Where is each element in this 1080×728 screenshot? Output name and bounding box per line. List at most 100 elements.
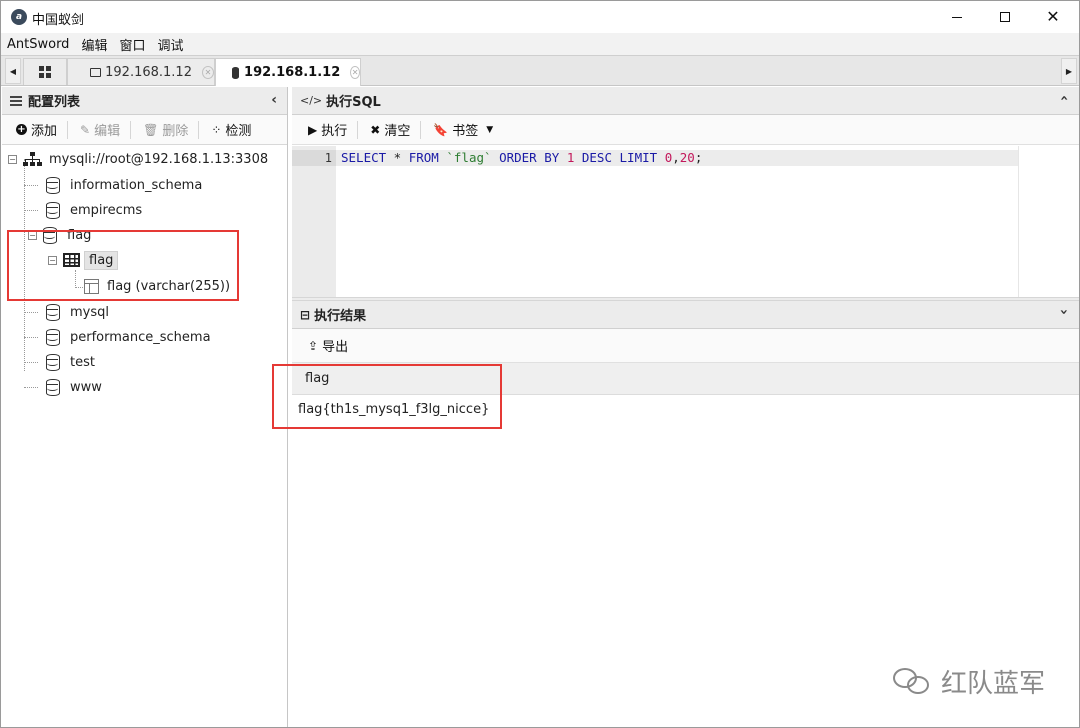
- collapse-down-icon[interactable]: ‹: [1056, 309, 1072, 315]
- execute-sql-panel: </> 执行SQL ‹ ▶ 执行 ✖ 清空 🔖 书签 ▼ 1 SELECT * …: [292, 87, 1079, 297]
- list-icon: [10, 95, 22, 106]
- collapse-node-icon[interactable]: −: [8, 154, 17, 164]
- tree-db-flag[interactable]: − flag: [28, 225, 91, 245]
- db-label: information_schema: [70, 177, 203, 193]
- execute-sql-title: 执行SQL: [326, 95, 381, 110]
- add-label: 添加: [31, 124, 58, 139]
- line-number: 1: [292, 150, 336, 166]
- test-label: 检测: [225, 124, 252, 139]
- menu-antsword[interactable]: AntSword: [7, 37, 69, 52]
- window-title: 中国蚁剑: [32, 13, 85, 28]
- db-label: empirecms: [70, 202, 143, 218]
- tree-guide-line: [24, 159, 25, 371]
- tab-shell-database[interactable]: 192.168.1.12 ✕: [215, 58, 361, 86]
- tree-connection-node[interactable]: − mysqli://root@192.168.1.13:3308: [8, 149, 268, 169]
- edit-icon: ✎: [80, 122, 91, 137]
- edit-label: 编辑: [94, 124, 121, 139]
- collapse-node-icon[interactable]: −: [48, 255, 57, 265]
- tab-scroll-left-button[interactable]: ◀: [5, 58, 21, 84]
- tree-guide-line: [24, 210, 38, 211]
- column-icon: [84, 278, 99, 294]
- tab-shell-files[interactable]: 192.168.1.12 ✕: [67, 58, 215, 85]
- tree-db-performance-schema[interactable]: performance_schema: [46, 327, 211, 347]
- close-button[interactable]: ✕: [1029, 1, 1077, 33]
- wechat-icon: [893, 666, 933, 698]
- tree-db-www[interactable]: www: [46, 377, 102, 397]
- tree-column-flag[interactable]: flag (varchar(255)): [84, 276, 230, 296]
- tree-guide-line: [24, 362, 38, 363]
- db-label: flag: [67, 227, 92, 243]
- database-icon: [46, 353, 60, 371]
- config-list-panel: 配置列表 ‹ + 添加 ✎ 编辑 🗑 删除 ⁘ 检测 − mysqli://ro…: [2, 87, 288, 727]
- collapse-node-icon[interactable]: −: [28, 230, 37, 240]
- minimize-icon: [952, 16, 962, 18]
- code-icon: </>: [300, 94, 323, 107]
- database-icon: [46, 201, 60, 219]
- app-window: a 中国蚁剑 ✕ AntSword 编辑 窗口 调试 ◀ 192.168.1.1…: [0, 0, 1080, 728]
- bookmark-label: 书签: [452, 124, 479, 139]
- tree-db-information-schema[interactable]: information_schema: [46, 175, 202, 195]
- bookmark-dropdown[interactable]: 🔖 书签 ▼: [429, 121, 507, 140]
- bookmark-icon: 🔖: [433, 122, 449, 137]
- watermark-text: 红队蓝军: [941, 669, 1046, 699]
- test-button[interactable]: ⁘ 检测: [207, 121, 261, 140]
- column-header-flag[interactable]: flag: [305, 371, 329, 386]
- config-list-title: 配置列表: [28, 95, 81, 110]
- maximize-button[interactable]: [981, 1, 1029, 33]
- connection-label: mysqli://root@192.168.1.13:3308: [49, 151, 269, 167]
- run-label: 执行: [321, 124, 348, 139]
- add-button[interactable]: + 添加: [12, 120, 69, 139]
- upload-icon: ⇪: [308, 338, 319, 353]
- menu-edit[interactable]: 编辑: [81, 35, 107, 54]
- table-label: flag: [84, 250, 119, 270]
- db-label: test: [70, 354, 95, 370]
- tree-guide-line: [75, 270, 76, 288]
- play-icon: ▶: [308, 122, 318, 137]
- tree-db-mysql[interactable]: mysql: [46, 302, 109, 322]
- database-icon: [46, 303, 60, 321]
- tab-label: 192.168.1.12: [244, 65, 341, 80]
- export-button[interactable]: ⇪ 导出: [304, 337, 358, 356]
- menu-debug[interactable]: 调试: [157, 35, 183, 54]
- print-margin: [1018, 146, 1019, 297]
- database-icon: [46, 378, 60, 396]
- export-label: 导出: [322, 340, 349, 355]
- database-icon: [43, 226, 57, 244]
- tree-table-flag[interactable]: − flag: [48, 250, 119, 270]
- tree-guide-line: [75, 287, 83, 288]
- minimize-button[interactable]: [933, 1, 981, 33]
- spinner-icon: ⁘: [211, 122, 222, 137]
- watermark: 红队蓝军: [893, 663, 1045, 700]
- collapse-up-icon[interactable]: ‹: [1056, 95, 1072, 101]
- menu-bar: AntSword 编辑 窗口 调试: [1, 33, 1079, 55]
- database-icon: [46, 176, 60, 194]
- config-list-header: 配置列表 ‹: [2, 87, 287, 115]
- db-label: mysql: [70, 304, 109, 320]
- db-label: performance_schema: [70, 329, 211, 345]
- edit-button[interactable]: ✎ 编辑: [76, 120, 132, 139]
- tree-db-test[interactable]: test: [46, 352, 95, 372]
- clear-button[interactable]: ✖ 清空: [366, 120, 422, 139]
- delete-button[interactable]: 🗑 删除: [139, 120, 200, 139]
- execute-result-header: ⊟ 执行结果 ‹: [292, 301, 1079, 329]
- trash-icon: 🗑: [143, 122, 159, 137]
- database-icon: [46, 328, 60, 346]
- sql-editor[interactable]: 1 SELECT * FROM `flag` ORDER BY 1 DESC L…: [292, 146, 1079, 297]
- run-button[interactable]: ▶ 执行: [304, 120, 359, 139]
- menu-window[interactable]: 窗口: [119, 35, 145, 54]
- tab-home[interactable]: [23, 58, 67, 85]
- tree-db-empirecms[interactable]: empirecms: [46, 200, 142, 220]
- sql-toolbar: ▶ 执行 ✖ 清空 🔖 书签 ▼: [292, 115, 1079, 145]
- result-toolbar: ⇪ 导出: [292, 329, 1079, 363]
- execute-sql-header: </> 执行SQL ‹: [292, 87, 1079, 115]
- tree-guide-line: [24, 312, 38, 313]
- collapse-left-icon[interactable]: ‹: [271, 92, 277, 108]
- tab-scroll-right-button[interactable]: ▶: [1061, 58, 1077, 84]
- table-row[interactable]: flag{th1s_mysq1_f3lg_nicce}: [292, 395, 1079, 423]
- tab-close-icon[interactable]: ✕: [201, 65, 214, 79]
- maximize-icon: [1000, 12, 1010, 22]
- plus-circle-icon: +: [16, 124, 27, 135]
- tab-close-icon[interactable]: ✕: [350, 66, 360, 79]
- clear-label: 清空: [384, 124, 411, 139]
- config-toolbar: + 添加 ✎ 编辑 🗑 删除 ⁘ 检测: [2, 115, 287, 145]
